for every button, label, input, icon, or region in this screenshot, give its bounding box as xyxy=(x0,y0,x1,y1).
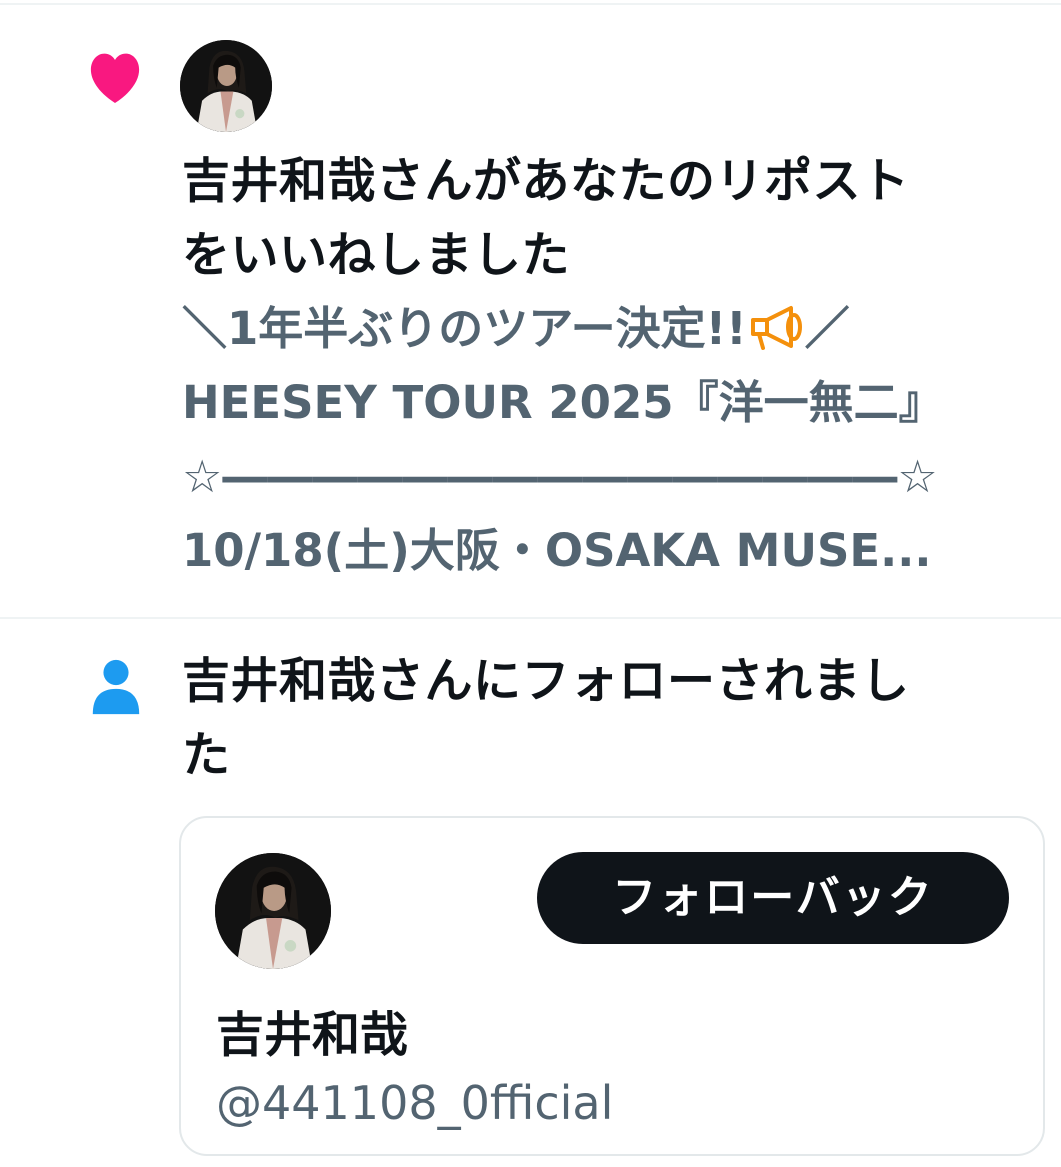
notifications-page: 吉井和哉さんがあなたのリポスト をいいねしました ＼1年半ぶりのツアー決定!! … xyxy=(0,0,1061,1167)
preview-line: HEESEY TOUR 2025『洋一無二』 xyxy=(182,376,944,429)
like-headline-line1: 吉井和哉さんがあなたのリポスト xyxy=(182,153,910,209)
like-headline: 吉井和哉さんがあなたのリポスト をいいねしました xyxy=(182,144,1042,292)
heart-icon xyxy=(90,53,140,103)
follow-headline: 吉井和哉さんにフォローされまし た xyxy=(182,644,1042,792)
divider xyxy=(0,617,1061,619)
divider xyxy=(0,3,1061,5)
avatar[interactable] xyxy=(215,853,331,969)
preview-line: ☆―――――――――――――――☆ xyxy=(182,450,938,503)
follow-headline-line2: た xyxy=(182,727,231,783)
repost-preview[interactable]: ＼1年半ぶりのツアー決定!! ／ HEESEY TOUR 2025『洋一無二』 … xyxy=(182,292,1042,588)
preview-line: ＼1年半ぶりのツアー決定!! ／ xyxy=(182,302,850,355)
person-icon xyxy=(92,659,140,715)
user-handle: @441108_0fficial xyxy=(216,1076,614,1130)
follow-headline-line1: 吉井和哉さんにフォローされまし xyxy=(182,653,910,709)
preview-line: 10/18(土)大阪・OSAKA MUSE... xyxy=(182,524,932,577)
avatar[interactable] xyxy=(180,40,272,132)
user-display-name[interactable]: 吉井和哉 xyxy=(216,1000,408,1070)
follow-back-button[interactable]: フォローバック xyxy=(537,852,1009,944)
megaphone-icon xyxy=(750,306,802,350)
like-headline-line2: をいいねしました xyxy=(182,227,571,283)
